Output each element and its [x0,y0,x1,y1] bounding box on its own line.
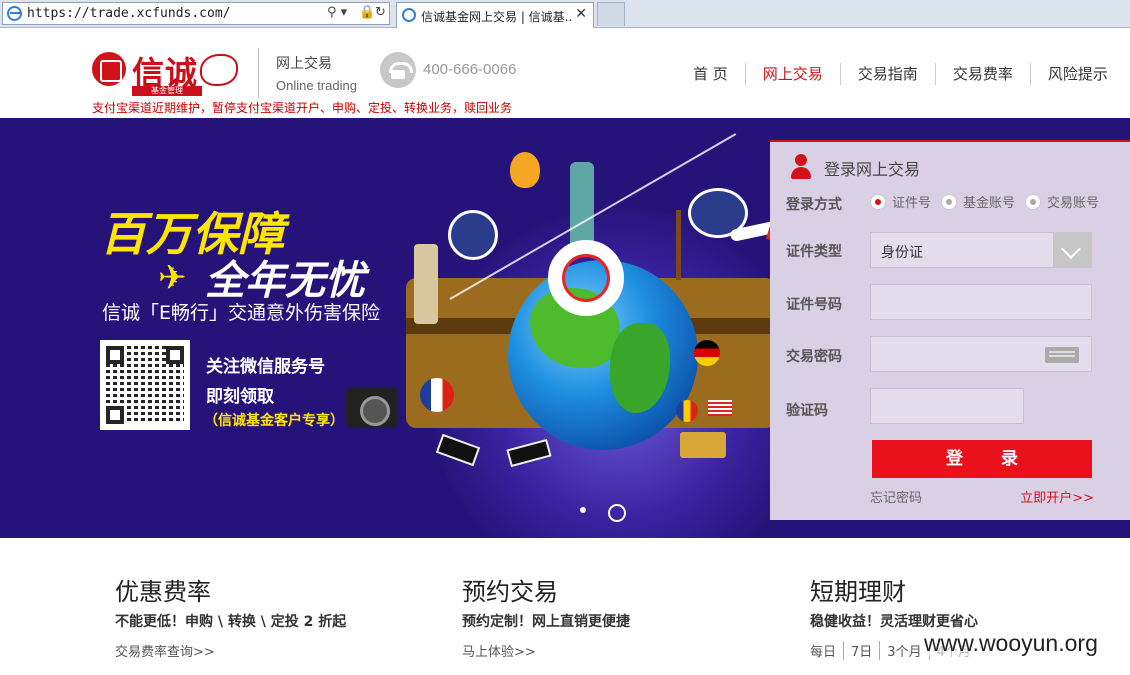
feature-title: 预约交易 [462,578,558,606]
open-account-link[interactable]: 立即开户>> [1020,487,1094,506]
logo[interactable]: 信诚 基金管理 [92,48,242,98]
nav-item-home[interactable]: 首 页 [676,63,746,85]
wechat-qr-code [100,340,190,430]
feature-subtitle: 不能更低！申购 \ 转换 \ 定投 2 折起 [115,614,347,630]
mascot-icon [200,54,238,86]
browser-chrome: https://trade.xcfunds.com/ ⚲ ▾ 🔒 ↻ 信诚基金网… [0,0,1130,28]
citic-logo-icon [92,52,126,86]
id-number-input[interactable] [870,284,1092,320]
camera-icon [346,388,398,428]
hotline-number: 400-666-0066 [423,61,517,78]
credit-card-icon [680,432,726,458]
nav-item-online-trading[interactable]: 网上交易 [746,63,841,85]
radio-trade-account[interactable]: 交易账号 [1025,192,1099,211]
phone-icon [380,52,416,88]
france-flag-icon [420,378,454,412]
lock-icon[interactable]: 🔒 [359,5,375,20]
palm-tree-illustration [676,210,716,280]
ie-icon [7,6,22,21]
visa-stamp-icon [448,210,498,260]
radio-fund-account[interactable]: 基金账号 [941,192,1015,211]
nav-item-risk-notice[interactable]: 风险提示 [1031,63,1108,85]
carousel-dot[interactable] [580,507,586,513]
section-title: 网上交易 [276,56,332,72]
romania-flag-icon [676,400,698,422]
carousel-dot-active[interactable] [608,504,626,522]
feature-subtitle: 预约定制！网上直销更便捷 [462,614,630,630]
nav-item-trading-guide[interactable]: 交易指南 [841,63,936,85]
feature-title: 优惠费率 [115,578,211,606]
login-mode-group: 证件号 基金账号 交易账号 [870,192,1109,211]
germany-flag-icon [694,340,720,366]
term-3month[interactable]: 3个月 [879,641,928,660]
maintenance-notice: 支付宝渠道近期维护，暂停支付宝渠道开户、申购、定投、转换业务，赎回业务 [92,101,513,115]
refresh-icon[interactable]: ↻ [375,5,386,20]
id-number-label: 证件号码 [786,297,842,313]
login-button[interactable]: 登 录 [872,440,1092,478]
wechat-follow-text: 关注微信服务号 [206,357,325,377]
nav-item-trading-fees[interactable]: 交易费率 [936,63,1031,85]
url-text[interactable]: https://trade.xcfunds.com/ [27,6,231,21]
banner-subline: 信诚「E畅行」交通意外伤害保险 [102,302,381,324]
radio-icon[interactable] [941,193,958,210]
tab-title: 信诚基金网上交易 | 信诚基... [421,10,571,24]
airplane-icon: ✈ [158,258,187,298]
try-now-link[interactable]: 马上体验>> [462,641,762,660]
brand-subtitle: 基金管理 [132,86,202,96]
login-panel: 登录网上交易 登录方式 证件号 基金账号 交易账号 证件类型 身份证 证件号码 … [770,140,1130,520]
captcha-input[interactable] [870,388,1024,424]
header-divider [258,48,259,98]
usa-flag-icon [708,400,732,416]
main-nav: 首 页 网上交易 交易指南 交易费率 风险提示 [676,62,1108,86]
watermark: www.wooyun.org [924,630,1098,657]
wechat-claim-text: 即刻领取 [206,387,274,407]
section-title-en: Online trading [276,78,357,93]
radio-selected-icon[interactable] [870,193,886,210]
close-tab-icon[interactable]: ✕ [575,6,587,22]
browser-tab[interactable]: 信诚基金网上交易 | 信诚基... ✕ [396,2,594,28]
feature-discount-fees: 优惠费率 不能更低！申购 \ 转换 \ 定投 2 折起 交易费率查询>> [115,572,415,660]
forgot-password-link[interactable]: 忘记密码 [870,487,922,506]
hot-air-balloon-icon [510,152,540,188]
keyboard-icon[interactable] [1045,347,1079,363]
lifebuoy-illustration [548,240,624,316]
search-dropdown-icon[interactable]: ⚲ ▾ [327,5,347,20]
term-7day[interactable]: 7日 [843,641,879,660]
password-label: 交易密码 [786,349,842,365]
fee-query-link[interactable]: 交易费率查询>> [115,641,415,660]
feature-title: 短期理财 [810,578,906,606]
radio-icon[interactable] [1025,193,1042,210]
radio-id-number[interactable]: 证件号 [870,192,931,211]
id-type-label: 证件类型 [786,244,842,260]
address-bar[interactable]: https://trade.xcfunds.com/ ⚲ ▾ 🔒 ↻ [2,2,390,25]
feature-subtitle: 稳健收益！灵活理财更省心 [810,614,978,630]
new-tab-button[interactable] [597,2,625,26]
password-input[interactable] [870,336,1092,372]
login-mode-label: 登录方式 [786,197,842,213]
feature-scheduled-trading: 预约交易 预约定制！网上直销更便捷 马上体验>> [462,572,762,660]
ie-icon [402,8,416,22]
captcha-label: 验证码 [786,403,828,419]
leaning-tower-illustration [414,244,438,324]
term-daily[interactable]: 每日 [810,641,843,660]
id-type-value: 身份证 [881,245,923,261]
wechat-exclusive-text: （信诚基金客户专享） [204,413,344,429]
user-icon [790,154,812,180]
login-title: 登录网上交易 [824,160,921,179]
id-type-select[interactable]: 身份证 [870,232,1092,268]
chevron-down-icon[interactable] [1053,233,1091,267]
statue-of-liberty-illustration [570,162,594,252]
